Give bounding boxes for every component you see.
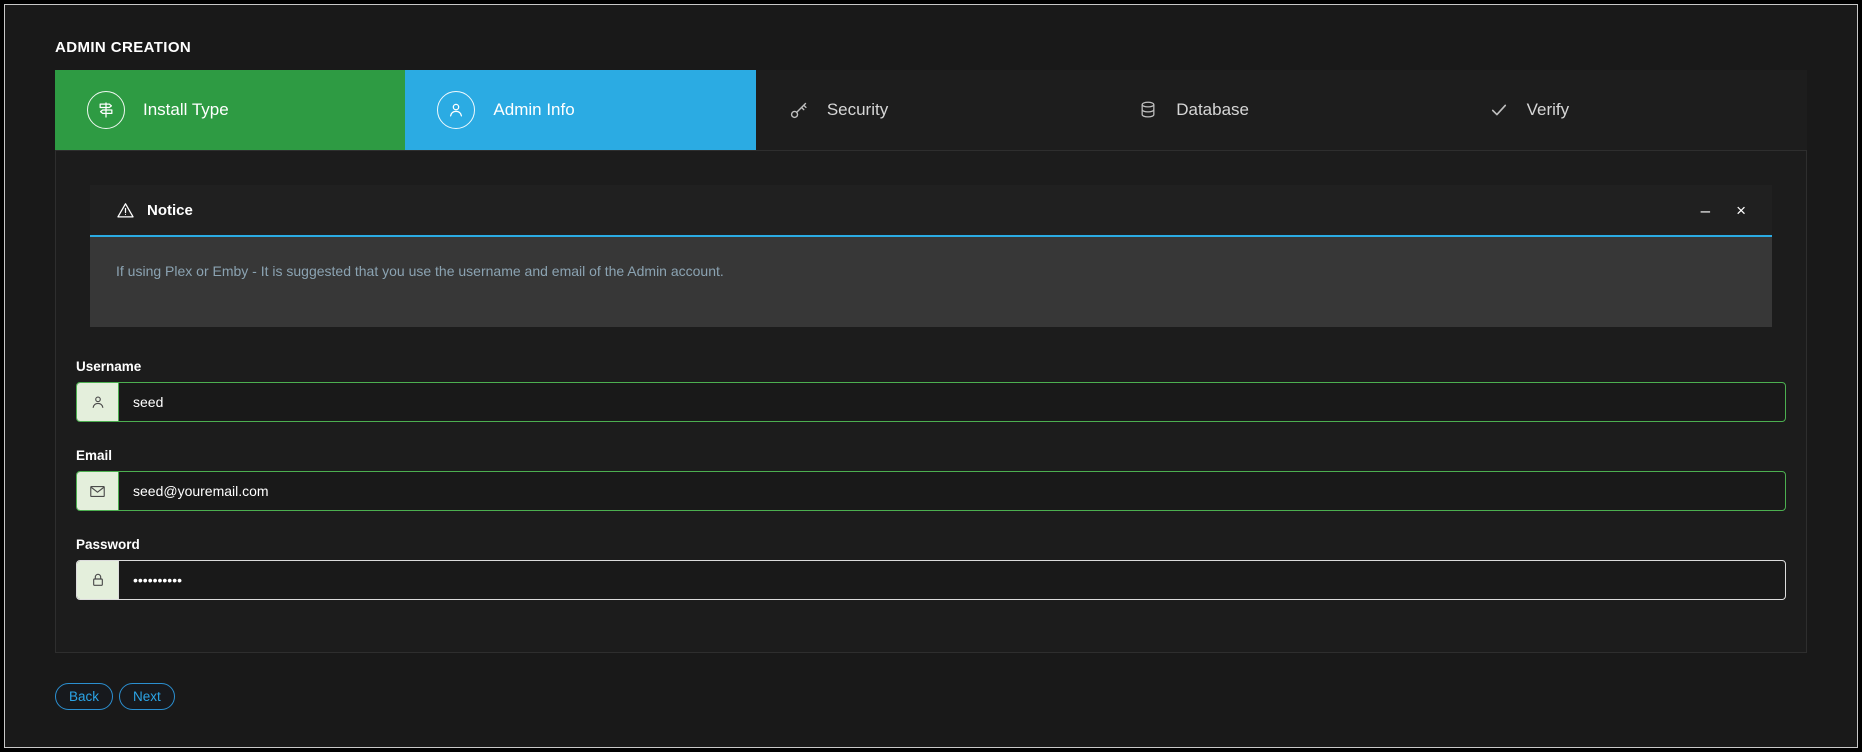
- next-button[interactable]: Next: [119, 683, 175, 710]
- password-label: Password: [76, 537, 1786, 552]
- email-control: [76, 471, 1786, 511]
- username-input[interactable]: [119, 383, 1785, 421]
- tab-label: Security: [827, 100, 888, 120]
- envelope-icon: [77, 472, 119, 510]
- tab-label: Database: [1176, 100, 1249, 120]
- tab-admin-info[interactable]: Admin Info: [405, 70, 755, 150]
- page-title: ADMIN CREATION: [55, 39, 1807, 56]
- password-group: Password: [76, 537, 1786, 600]
- wizard-actions: Back Next: [55, 683, 1807, 748]
- signpost-icon: [87, 91, 125, 129]
- notice-header: Notice – ×: [90, 185, 1772, 237]
- close-icon[interactable]: ×: [1736, 202, 1746, 219]
- minimize-icon[interactable]: –: [1701, 202, 1710, 219]
- notice-message: If using Plex or Emby - It is suggested …: [90, 237, 1772, 327]
- warning-triangle-icon: [116, 201, 135, 220]
- username-label: Username: [76, 359, 1786, 374]
- notice-controls: – ×: [1701, 202, 1746, 219]
- username-control: [76, 382, 1786, 422]
- notice-title: Notice: [147, 202, 193, 219]
- key-icon: [788, 100, 809, 121]
- tab-verify[interactable]: Verify: [1457, 70, 1807, 150]
- wizard-steps: Install Type Admin Info: [55, 70, 1807, 150]
- email-group: Email: [76, 448, 1786, 511]
- tab-security[interactable]: Security: [756, 70, 1106, 150]
- tab-label: Install Type: [143, 100, 229, 120]
- notice-panel: Notice – × If using Plex or Emby - It is…: [90, 185, 1772, 327]
- check-icon: [1489, 100, 1509, 120]
- user-icon: [77, 383, 119, 421]
- admin-info-panel: Notice – × If using Plex or Emby - It is…: [55, 150, 1807, 653]
- lock-icon: [77, 561, 119, 599]
- password-input[interactable]: [119, 561, 1785, 599]
- database-icon: [1138, 100, 1158, 120]
- user-icon: [437, 91, 475, 129]
- username-group: Username: [76, 359, 1786, 422]
- tab-install-type[interactable]: Install Type: [55, 70, 405, 150]
- email-input[interactable]: [119, 472, 1785, 510]
- setup-wizard: ADMIN CREATION Install Type: [5, 5, 1857, 748]
- password-control: [76, 560, 1786, 600]
- tab-label: Verify: [1527, 100, 1570, 120]
- tab-label: Admin Info: [493, 100, 574, 120]
- tab-database[interactable]: Database: [1106, 70, 1456, 150]
- email-label: Email: [76, 448, 1786, 463]
- app-window: ADMIN CREATION Install Type: [4, 4, 1858, 748]
- back-button[interactable]: Back: [55, 683, 113, 710]
